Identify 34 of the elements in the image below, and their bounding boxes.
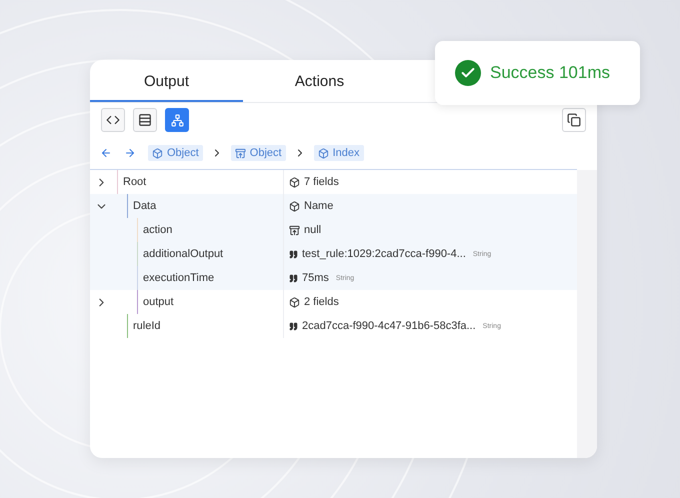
list-icon <box>138 113 152 127</box>
quote-icon <box>289 250 298 258</box>
tree-value: 75ms <box>302 272 329 284</box>
tree-value: 2 fields <box>304 296 339 308</box>
tree-icon <box>170 114 184 126</box>
tree-value: 2cad7cca-f990-4c47-91b6-58c3fa... <box>302 320 476 332</box>
tab[interactable]: Actions <box>243 60 396 102</box>
tray-icon <box>289 224 300 236</box>
tree-row[interactable]: output 2 fields <box>90 290 577 314</box>
tree-row[interactable]: action null <box>90 218 577 242</box>
tray-icon <box>234 148 246 158</box>
tree-key: executionTime <box>137 266 214 290</box>
check-icon <box>455 60 481 86</box>
tab[interactable]: Output <box>90 60 243 102</box>
tree-value: Name <box>304 200 334 212</box>
tree-key: ruleId <box>127 314 161 338</box>
tree-row[interactable]: Data Name <box>90 194 577 218</box>
copy-icon <box>567 113 581 127</box>
back-icon[interactable] <box>100 147 112 159</box>
cube-icon <box>152 148 163 158</box>
cube-icon <box>318 148 329 158</box>
tree-value: 7 fields <box>304 176 339 188</box>
tree-value: null <box>304 224 322 236</box>
tree-key: output <box>137 290 174 314</box>
code-icon <box>106 113 120 127</box>
cube-icon <box>289 176 300 188</box>
quote-icon <box>289 322 298 330</box>
cube-icon <box>289 296 300 308</box>
toast-text: Success 101ms <box>490 63 610 83</box>
quote-icon <box>289 274 298 282</box>
cube-icon <box>289 200 300 212</box>
forward-icon[interactable] <box>124 147 136 159</box>
tree-value: test_rule:1029:2cad7cca-f990-4... <box>302 248 466 260</box>
copy-button[interactable] <box>562 108 586 132</box>
